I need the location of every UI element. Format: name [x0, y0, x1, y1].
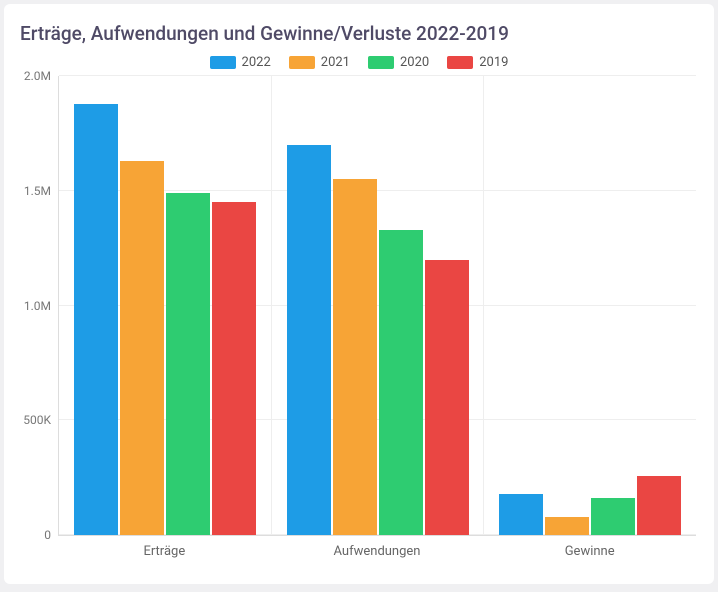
- bar-2020[interactable]: [379, 230, 423, 535]
- legend-item-2022[interactable]: 2022: [210, 55, 271, 70]
- legend-label: 2022: [242, 55, 271, 70]
- bar-2019[interactable]: [637, 476, 681, 535]
- bar-2021[interactable]: [120, 161, 164, 535]
- bar-2022[interactable]: [499, 494, 543, 535]
- x-label: Aufwendungen: [271, 544, 484, 559]
- legend-label: 2021: [321, 55, 350, 70]
- bar-2019[interactable]: [425, 260, 469, 535]
- legend-label: 2020: [400, 55, 429, 70]
- x-label: Gewinne: [483, 544, 696, 559]
- legend-swatch: [210, 56, 236, 69]
- bar-group: [272, 76, 485, 535]
- y-tick-label: 2.0M: [24, 69, 59, 83]
- bar-2020[interactable]: [166, 193, 210, 535]
- plot-area: 0500K1.0M1.5M2.0M Erträge Aufwendungen G…: [58, 76, 696, 559]
- bar-2019[interactable]: [212, 202, 256, 535]
- bar-2020[interactable]: [591, 498, 635, 535]
- bar-2022[interactable]: [74, 104, 118, 535]
- chart-title: Erträge, Aufwendungen und Gewinne/Verlus…: [20, 22, 704, 45]
- bar-2021[interactable]: [333, 179, 377, 535]
- y-tick-label: 1.0M: [24, 299, 59, 313]
- legend-swatch: [289, 56, 315, 69]
- bar-2021[interactable]: [545, 517, 589, 535]
- legend-item-2019[interactable]: 2019: [447, 55, 508, 70]
- chart-card: Erträge, Aufwendungen und Gewinne/Verlus…: [4, 4, 714, 584]
- legend-swatch: [447, 56, 473, 69]
- bar-group: [59, 76, 272, 535]
- y-tick-label: 500K: [23, 413, 59, 427]
- bar-group: [484, 76, 696, 535]
- legend-swatch: [368, 56, 394, 69]
- plot: 0500K1.0M1.5M2.0M: [58, 76, 696, 536]
- legend-label: 2019: [479, 55, 508, 70]
- legend-item-2021[interactable]: 2021: [289, 55, 350, 70]
- y-tick-label: 0: [44, 528, 59, 542]
- x-label: Erträge: [58, 544, 271, 559]
- x-axis-labels: Erträge Aufwendungen Gewinne: [58, 544, 696, 559]
- chart-legend: 2022 2021 2020 2019: [14, 55, 704, 70]
- bar-2022[interactable]: [287, 145, 331, 535]
- y-tick-label: 1.5M: [24, 184, 59, 198]
- legend-item-2020[interactable]: 2020: [368, 55, 429, 70]
